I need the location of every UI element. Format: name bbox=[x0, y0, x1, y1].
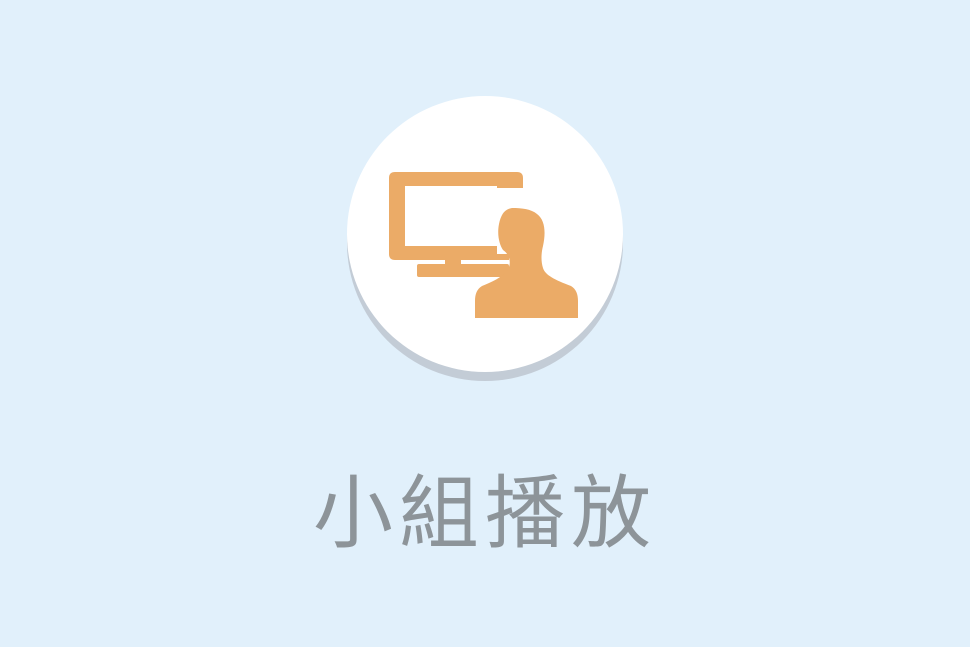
tile-title[interactable]: 小組播放 bbox=[0, 466, 970, 562]
monitor-stand bbox=[417, 264, 509, 277]
person-silhouette bbox=[475, 208, 578, 318]
monitor-person-icon bbox=[389, 172, 578, 318]
icon-badge[interactable] bbox=[347, 96, 623, 381]
